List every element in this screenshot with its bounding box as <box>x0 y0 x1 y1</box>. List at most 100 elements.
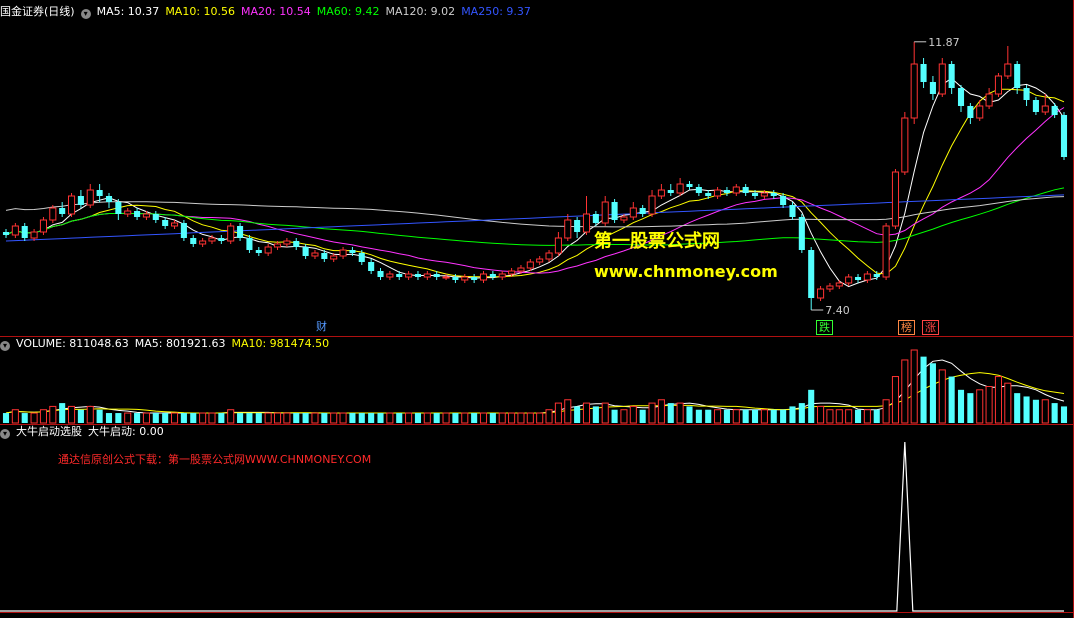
chevron-down-icon[interactable]: ▾ <box>80 9 91 19</box>
volume-bar <box>264 412 272 424</box>
candle-body <box>732 186 740 194</box>
indicator-label: MA60: 9.42 <box>316 5 380 18</box>
volume-bar <box>134 413 141 423</box>
candle-body <box>1051 106 1058 115</box>
candle-body <box>115 202 122 214</box>
volume-bar <box>227 409 235 424</box>
volume-bar <box>471 413 478 423</box>
chevron-down-icon[interactable]: ▾ <box>0 429 10 439</box>
volume-bar <box>293 413 300 423</box>
marker-die[interactable]: 跌 <box>816 320 833 335</box>
marker-cai[interactable]: 财 <box>314 320 329 333</box>
indicator-label: MA120: 9.02 <box>385 5 456 18</box>
candle-body <box>386 273 394 278</box>
candle-body <box>396 274 403 277</box>
volume-bar <box>629 405 637 424</box>
volume-bar <box>695 409 702 423</box>
volume-bar <box>536 412 544 424</box>
volume-bar <box>86 405 94 424</box>
volume-bar <box>1014 393 1021 423</box>
volume-bar <box>639 409 646 423</box>
candle-body <box>442 276 450 279</box>
volume-bar <box>349 413 356 423</box>
volume-bar <box>377 413 384 423</box>
watermark-url: www.chnmoney.com <box>594 262 778 281</box>
volume-bar <box>1023 396 1030 423</box>
candle-body <box>948 64 955 88</box>
volume-bar <box>124 412 132 424</box>
volume-bar <box>67 405 76 424</box>
candle-body <box>227 225 235 242</box>
stock-chart[interactable]: 11.87 7.40 <box>0 0 1074 618</box>
volume-bar <box>302 413 309 423</box>
marker-zhang[interactable]: 涨 <box>922 320 939 335</box>
candle-body <box>170 222 179 227</box>
volume-bar <box>526 412 534 424</box>
volume-bar <box>396 413 403 423</box>
volume-bar <box>808 389 815 423</box>
volume-bar <box>255 413 262 423</box>
volume-bar <box>208 412 216 424</box>
candle-body <box>770 193 777 196</box>
candle-body <box>920 64 927 82</box>
candle-body <box>564 219 572 239</box>
candle-body <box>39 219 47 233</box>
volume-bar <box>929 363 936 423</box>
volume-bar <box>863 409 871 424</box>
candle-body <box>264 246 272 254</box>
volume-bar <box>686 406 693 423</box>
candle-body <box>985 93 993 107</box>
main-panel-header: 国金证券(日线) ▾ MA5: 10.37 MA10: 10.56 MA20: 10.5… <box>0 4 543 20</box>
candle-body <box>349 250 356 253</box>
candle-body <box>180 223 187 238</box>
candle-body <box>273 243 282 248</box>
candle-body <box>929 82 936 94</box>
candle-body <box>67 195 76 215</box>
candle-body <box>1041 105 1049 113</box>
volume-bar <box>508 412 516 424</box>
volume-bar <box>948 376 955 423</box>
volume-bar <box>1041 399 1049 424</box>
candle-body <box>751 193 759 196</box>
candle-body <box>957 88 965 106</box>
volume-bar <box>554 402 562 424</box>
volume-bar <box>826 409 834 424</box>
marker-bang[interactable]: 榜 <box>898 320 915 335</box>
chevron-down-icon[interactable]: ▾ <box>0 341 10 351</box>
volume-bar <box>901 359 909 424</box>
candle-body <box>208 237 216 242</box>
candle-body <box>1032 100 1039 112</box>
candle-body <box>582 213 591 233</box>
candle-body <box>162 220 169 226</box>
ma5-line <box>5 77 1065 288</box>
indicator-label: 大牛启动: 0.00 <box>88 425 164 438</box>
stock-title[interactable]: 国金证券(日线) <box>0 5 75 18</box>
candle-body <box>142 213 150 218</box>
candle-body <box>817 288 825 299</box>
volume-bar <box>676 402 684 424</box>
candle-body <box>433 274 440 277</box>
candle-body <box>461 276 469 281</box>
volume-bar <box>386 412 394 424</box>
volume-bar <box>218 413 225 423</box>
volume-bar <box>967 393 974 423</box>
volume-bar <box>545 409 553 424</box>
candle-body <box>667 190 674 193</box>
volume-bar <box>620 409 628 424</box>
volume-bar <box>760 409 768 424</box>
indicator-label: MA20: 10.54 <box>241 5 311 18</box>
volume-bar <box>433 413 440 423</box>
candle-body <box>489 274 496 277</box>
moving-average-lines <box>5 77 1065 288</box>
watermark-title: 第一股票公式网 <box>594 231 720 252</box>
candle-body <box>798 217 805 250</box>
candle-body <box>545 252 553 260</box>
volume-bar <box>49 405 57 424</box>
volume-bar <box>845 409 853 424</box>
candle-body <box>368 262 375 271</box>
candle-body <box>59 208 66 214</box>
candle-body <box>686 184 693 187</box>
volume-bar <box>1004 382 1012 424</box>
candle-body <box>760 192 768 197</box>
candle-body <box>508 270 516 275</box>
